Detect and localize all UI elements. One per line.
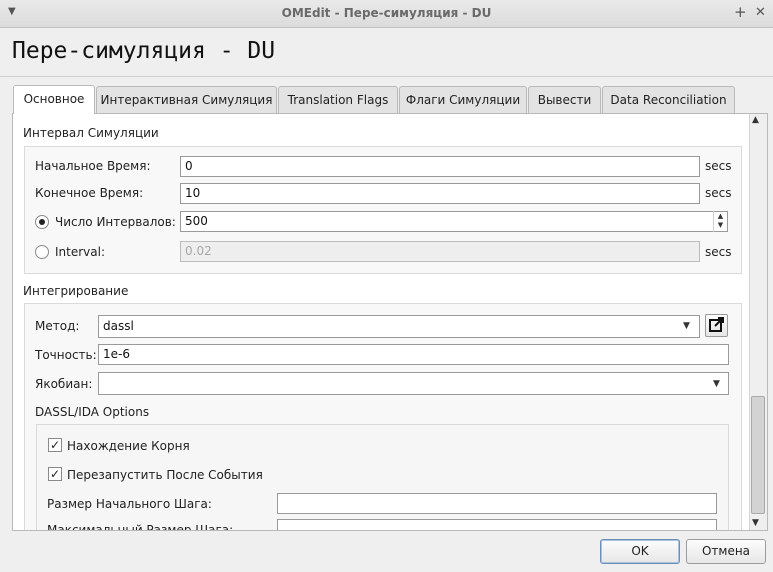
- spin-arrows-icon[interactable]: ▲ ▼: [713, 211, 727, 232]
- method-dropdown[interactable]: dassl: [98, 315, 700, 338]
- general-tab-pane: Интервал Симуляции Начальное Время: 0 se…: [12, 113, 768, 531]
- ok-button[interactable]: OK: [600, 539, 680, 564]
- page-title: Пере-симуляция - DU: [12, 38, 276, 64]
- initial-step-size-input[interactable]: [277, 493, 717, 514]
- interval-unit: secs: [705, 245, 732, 259]
- tab-interactive-simulation[interactable]: Интерактивная Симуляция: [96, 86, 277, 113]
- dassl-options-title: DASSL/IDA Options: [35, 405, 150, 419]
- tab-data-reconciliation[interactable]: Data Reconciliation: [602, 86, 735, 113]
- simulation-interval-title: Интервал Симуляции: [23, 126, 159, 140]
- heading-divider: [0, 76, 773, 77]
- method-label: Метод:: [35, 319, 80, 333]
- tab-general[interactable]: Основное: [13, 85, 95, 114]
- initial-step-size-label: Размер Начального Шага:: [47, 497, 212, 511]
- number-of-intervals-label: Число Интервалов:: [55, 215, 176, 229]
- root-finding-checkbox[interactable]: ✓: [48, 438, 62, 452]
- chevron-down-icon: ▼: [683, 321, 690, 331]
- restart-after-event-label: Перезапустить После События: [67, 468, 263, 482]
- external-link-icon[interactable]: [705, 314, 728, 337]
- number-of-intervals-spinbox[interactable]: 500: [180, 211, 728, 232]
- tolerance-input[interactable]: 1e-6: [98, 344, 729, 365]
- max-step-size-input[interactable]: [277, 519, 717, 530]
- integration-title: Интегрирование: [23, 284, 129, 298]
- maximize-icon[interactable]: +: [734, 3, 747, 21]
- root-finding-label: Нахождение Корня: [67, 439, 190, 453]
- stop-time-unit: secs: [705, 186, 732, 200]
- start-time-label: Начальное Время:: [35, 159, 151, 173]
- interval-label: Interval:: [55, 245, 105, 259]
- tab-output[interactable]: Вывести: [528, 86, 601, 113]
- start-time-input[interactable]: 0: [180, 156, 700, 177]
- window-titlebar[interactable]: ▼ OMEdit - Пере-симуляция - DU + ✕: [0, 0, 773, 28]
- stop-time-input[interactable]: 10: [180, 183, 700, 204]
- interval-radio[interactable]: [35, 245, 49, 259]
- cancel-button[interactable]: Отмена: [686, 539, 766, 564]
- jacobian-label: Якобиан:: [35, 377, 93, 391]
- number-of-intervals-radio[interactable]: [35, 215, 49, 229]
- scroll-up-icon[interactable]: ▲: [752, 115, 759, 125]
- scrollbar-thumb[interactable]: [751, 396, 765, 514]
- jacobian-dropdown[interactable]: [98, 372, 729, 395]
- window-title: OMEdit - Пере-симуляция - DU: [281, 6, 492, 20]
- tab-translation-flags[interactable]: Translation Flags: [278, 86, 398, 113]
- tolerance-label: Точность:: [35, 348, 97, 362]
- max-step-size-label: Максимальный Размер Шага:: [47, 523, 234, 531]
- start-time-unit: secs: [705, 159, 732, 173]
- interval-input[interactable]: 0.02: [180, 241, 700, 262]
- chevron-down-icon: ▼: [713, 379, 720, 389]
- tab-simulation-flags[interactable]: Флаги Симуляции: [399, 86, 527, 113]
- stop-time-label: Конечное Время:: [35, 186, 144, 200]
- close-icon[interactable]: ✕: [755, 5, 766, 20]
- restart-after-event-checkbox[interactable]: ✓: [48, 467, 62, 481]
- scroll-down-icon[interactable]: ▼: [752, 518, 759, 528]
